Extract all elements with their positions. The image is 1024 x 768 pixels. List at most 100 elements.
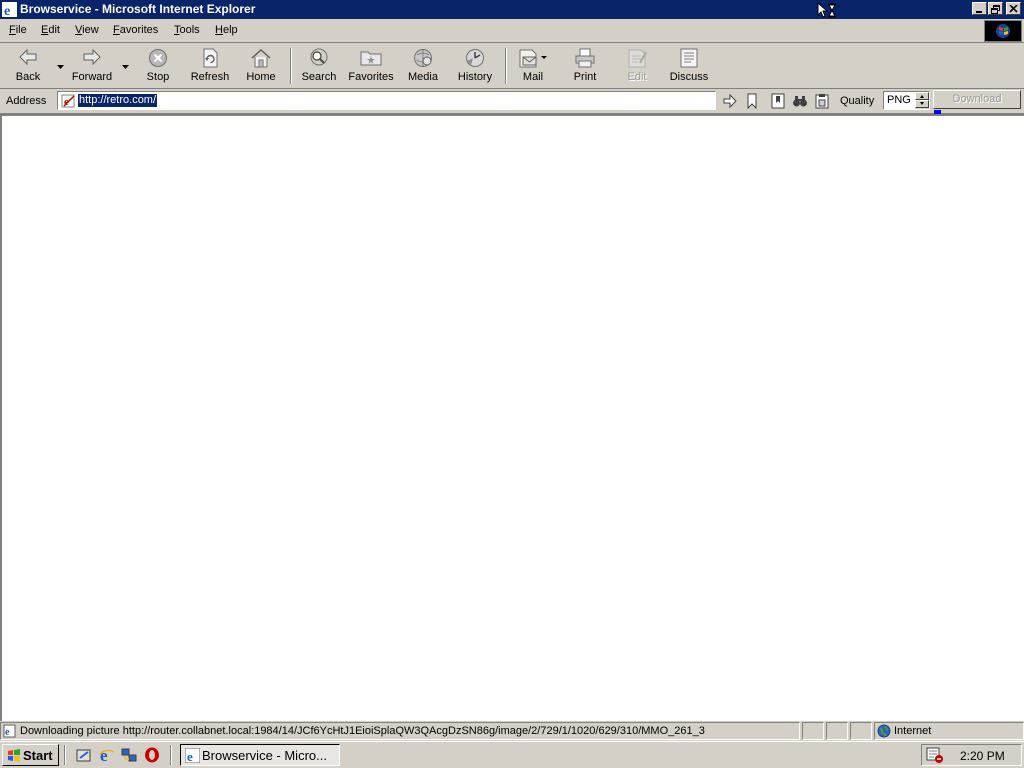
status-message-panel: e Downloading picture http://router.coll… bbox=[0, 722, 800, 740]
status-bar: e Downloading picture http://router.coll… bbox=[0, 721, 1024, 741]
windows-logo-throbber bbox=[984, 20, 1022, 42]
back-label: Back bbox=[15, 71, 41, 83]
favorites-button[interactable]: Favorites bbox=[343, 46, 399, 86]
menu-file[interactable]: File bbox=[9, 24, 27, 36]
svg-text:e: e bbox=[187, 749, 193, 763]
favorites-label: Favorites bbox=[348, 71, 394, 83]
title-bar[interactable]: e Browservice - Microsoft Internet Explo… bbox=[0, 0, 1024, 19]
media-button[interactable]: Media bbox=[395, 46, 451, 86]
taskbar-window-label: Browservice - Micro... bbox=[202, 748, 327, 763]
mail-button[interactable]: Mail bbox=[505, 46, 561, 86]
network-computers-icon[interactable] bbox=[121, 747, 137, 763]
download-button[interactable]: Download bbox=[933, 90, 1021, 109]
start-button[interactable]: Start bbox=[2, 744, 59, 766]
status-text: Downloading picture http://router.collab… bbox=[20, 725, 705, 737]
history-label: History bbox=[457, 71, 493, 83]
clock[interactable]: 2:20 PM bbox=[960, 749, 1005, 763]
address-url-text: http://retro.com/ bbox=[78, 94, 158, 107]
back-arrow-icon bbox=[18, 48, 38, 69]
menu-view[interactable]: View bbox=[75, 24, 99, 36]
svg-text:e: e bbox=[100, 747, 108, 763]
taskbar-window-button[interactable]: e Browservice - Micro... bbox=[180, 744, 340, 766]
show-desktop-icon[interactable] bbox=[76, 747, 92, 763]
favorites-folder-icon bbox=[360, 48, 382, 69]
svg-text:e: e bbox=[4, 4, 10, 17]
search-label: Search bbox=[301, 71, 337, 83]
quality-value: PNG bbox=[887, 94, 911, 106]
restore-button[interactable] bbox=[988, 2, 1003, 15]
home-icon bbox=[250, 48, 272, 71]
back-dropdown-arrow-icon[interactable] bbox=[57, 60, 64, 69]
status-page-icon: e bbox=[3, 724, 17, 741]
search-icon bbox=[308, 48, 330, 71]
history-button[interactable]: History bbox=[447, 46, 503, 86]
busy-cursor-icon bbox=[817, 1, 839, 22]
menu-edit-label: dit bbox=[48, 24, 60, 36]
svg-text:e: e bbox=[64, 96, 69, 108]
menu-view-label: iew bbox=[82, 24, 99, 36]
media-globe-icon bbox=[412, 48, 434, 71]
print-button[interactable]: Print bbox=[557, 46, 613, 86]
clipboard-icon[interactable] bbox=[814, 93, 830, 109]
refresh-button[interactable]: Refresh bbox=[182, 46, 238, 86]
quality-label: Quality bbox=[840, 95, 875, 107]
menu-favorites-accel: F bbox=[113, 24, 120, 36]
print-label: Print bbox=[573, 71, 597, 83]
forward-button[interactable]: Forward bbox=[64, 46, 120, 86]
mail-label: Mail bbox=[522, 71, 544, 83]
address-label: Address bbox=[6, 95, 47, 107]
forward-label: Forward bbox=[71, 71, 113, 83]
menu-help-accel: H bbox=[215, 24, 223, 36]
quality-spinner[interactable] bbox=[915, 92, 929, 109]
close-button[interactable] bbox=[1006, 2, 1021, 15]
quality-select[interactable]: PNG bbox=[883, 91, 930, 110]
download-label: Download bbox=[952, 93, 1002, 105]
home-label: Home bbox=[246, 71, 276, 83]
back-button[interactable]: Back bbox=[0, 46, 56, 86]
printer-icon bbox=[574, 48, 596, 71]
broken-page-icon: e bbox=[61, 94, 77, 111]
status-panel bbox=[826, 722, 848, 740]
page-content[interactable] bbox=[0, 114, 1024, 721]
menu-tools[interactable]: Tools bbox=[174, 24, 200, 36]
spin-up-button[interactable] bbox=[915, 92, 929, 100]
menu-file-label: ile bbox=[15, 24, 27, 36]
status-panel bbox=[850, 722, 872, 740]
zone-text: Internet bbox=[894, 725, 932, 737]
discuss-button[interactable]: Discuss bbox=[661, 46, 717, 86]
discuss-icon bbox=[678, 48, 700, 71]
history-icon bbox=[464, 48, 486, 71]
internet-explorer-icon[interactable]: e bbox=[99, 746, 115, 765]
menu-favorites-label: avorites bbox=[119, 24, 159, 36]
home-button[interactable]: Home bbox=[233, 46, 289, 86]
menu-tools-label: ools bbox=[179, 24, 200, 36]
edit-button[interactable]: Edit bbox=[609, 46, 665, 86]
tray-scheduler-icon[interactable] bbox=[926, 747, 944, 767]
internet-globe-icon bbox=[877, 724, 891, 741]
quicklaunch-separator bbox=[170, 745, 172, 765]
security-zone-panel: Internet bbox=[874, 722, 1024, 740]
search-button[interactable]: Search bbox=[291, 46, 347, 86]
ie-logo-icon[interactable]: e bbox=[2, 2, 17, 19]
edit-label: Edit bbox=[627, 71, 647, 83]
bookmark-icon[interactable] bbox=[744, 93, 760, 110]
ie-task-icon: e bbox=[184, 747, 201, 766]
forward-arrow-icon bbox=[82, 48, 102, 69]
binoculars-find-icon[interactable] bbox=[792, 93, 808, 109]
go-arrow-icon[interactable] bbox=[722, 93, 738, 109]
stop-button[interactable]: Stop bbox=[130, 46, 186, 86]
spin-down-button[interactable] bbox=[915, 100, 929, 108]
svg-text:e: e bbox=[5, 727, 10, 738]
address-input[interactable]: e http://retro.com/ bbox=[57, 91, 716, 110]
page-bookmark-icon[interactable] bbox=[770, 93, 786, 109]
edit-page-icon bbox=[626, 48, 648, 71]
refresh-icon bbox=[200, 48, 220, 71]
minimize-button[interactable] bbox=[972, 2, 987, 15]
menu-help[interactable]: Help bbox=[215, 24, 238, 36]
forward-dropdown-arrow-icon[interactable] bbox=[122, 60, 129, 69]
menu-favorites[interactable]: Favorites bbox=[113, 24, 158, 36]
opera-icon[interactable] bbox=[144, 747, 160, 763]
window-title: Browservice - Microsoft Internet Explore… bbox=[20, 2, 256, 16]
menu-edit[interactable]: Edit bbox=[41, 24, 60, 36]
taskbar: Start e e Browservice - Micro... 2:20 PM bbox=[0, 741, 1024, 768]
